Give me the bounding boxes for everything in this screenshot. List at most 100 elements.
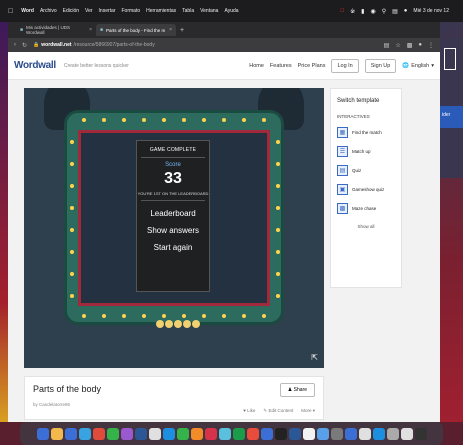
menu-item[interactable]: Ventana: [200, 8, 218, 14]
nav-home[interactable]: Home: [249, 63, 264, 69]
board-light-bulb: [276, 250, 280, 254]
dock-app-icon[interactable]: [288, 427, 301, 440]
dock-app-icon[interactable]: [358, 427, 371, 440]
template-match-up[interactable]: ☰ Match up: [337, 146, 395, 157]
chevron-down-icon: ▾: [312, 408, 315, 413]
search-icon[interactable]: ⚲: [382, 8, 386, 15]
dock-app-icon[interactable]: [218, 427, 231, 440]
like-button[interactable]: ♥ Like: [243, 408, 255, 414]
browser-window: ■ Mis actividades | UDS Wordwall × ■ Par…: [8, 22, 440, 422]
bookmark-star-icon[interactable]: ☆: [395, 42, 400, 49]
dock-app-icon[interactable]: [120, 427, 133, 440]
login-button[interactable]: Log In: [331, 58, 359, 73]
show-all-link[interactable]: Show all: [337, 224, 395, 229]
dock-app-icon[interactable]: [36, 427, 49, 440]
nav-features[interactable]: Features: [270, 63, 292, 69]
board-light-bulb: [182, 314, 186, 318]
nav-price-plans[interactable]: Price Plans: [298, 63, 326, 69]
menu-item[interactable]: Tabla: [182, 8, 194, 14]
dock-app-icon[interactable]: [400, 427, 413, 440]
share-button[interactable]: ♟ Share: [279, 383, 315, 397]
menu-item[interactable]: Archivo: [40, 8, 57, 14]
template-gameshow-quiz[interactable]: ▣ Gameshow quiz: [337, 184, 395, 195]
clock[interactable]: Mié 3 de nov 12: [413, 8, 449, 14]
profile-icon[interactable]: ●: [418, 42, 422, 49]
menu-item[interactable]: Ver: [85, 8, 93, 14]
tagline: Create better lessons quicker: [63, 62, 129, 69]
bluetooth-icon[interactable]: ※: [350, 8, 355, 15]
game-canvas[interactable]: GAME COMPLETE Score 33 YOU'RE 1ST ON THE…: [24, 88, 324, 368]
edit-label: Edit Content: [268, 408, 294, 413]
dock-app-icon[interactable]: [302, 427, 315, 440]
dock-app-icon[interactable]: [414, 427, 427, 440]
dock-app-icon[interactable]: [106, 427, 119, 440]
dock-app-icon[interactable]: [372, 427, 385, 440]
close-icon[interactable]: ×: [89, 27, 92, 33]
menu-item[interactable]: Insertar: [99, 8, 116, 14]
menu-item[interactable]: Herramientas: [146, 8, 176, 14]
dock-app-icon[interactable]: [190, 427, 203, 440]
more-button[interactable]: More ▾: [301, 408, 315, 414]
dock-app-icon[interactable]: [64, 427, 77, 440]
dock-app-icon[interactable]: [204, 427, 217, 440]
wordwall-favicon-icon: ■: [100, 27, 104, 33]
dock-app-icon[interactable]: [134, 427, 147, 440]
translate-icon[interactable]: ▤: [384, 42, 390, 49]
background-window-button[interactable]: ider: [440, 106, 463, 128]
dock-app-icon[interactable]: [162, 427, 175, 440]
back-icon[interactable]: ‹: [14, 42, 16, 48]
dock-app-icon[interactable]: [246, 427, 259, 440]
dock-app-icon[interactable]: [330, 427, 343, 440]
wifi-icon[interactable]: ◉: [370, 8, 375, 15]
language-selector[interactable]: 🌐 English ▾: [402, 63, 434, 69]
browser-tab[interactable]: ■ Mis actividades | UDS Wordwall ×: [16, 24, 96, 36]
board-light-bulb: [70, 228, 74, 232]
wordwall-header: Wordwall Create better lessons quicker H…: [8, 52, 440, 80]
dock-app-icon[interactable]: [316, 427, 329, 440]
pencil-icon: ✎: [263, 408, 268, 413]
show-answers-button[interactable]: Show answers: [137, 226, 209, 235]
dock-app-icon[interactable]: [232, 427, 245, 440]
dock-app-icon[interactable]: [148, 427, 161, 440]
dock-app-icon[interactable]: [176, 427, 189, 440]
menu-dots-icon[interactable]: ⋮: [428, 42, 434, 49]
dock-app-icon[interactable]: [344, 427, 357, 440]
browser-tab-active[interactable]: ■ Parts of the body - Find the m ×: [96, 24, 176, 36]
template-find-the-match[interactable]: ▦ Find the match: [337, 127, 395, 138]
template-maze-chase[interactable]: ▩ Maze chase: [337, 203, 395, 214]
dock-app-icon[interactable]: [260, 427, 273, 440]
menu-item[interactable]: Edición: [63, 8, 79, 14]
leaderboard-button[interactable]: Leaderboard: [137, 209, 209, 218]
apple-icon[interactable]: : [8, 8, 13, 15]
gameshow-icon: ▣: [337, 184, 348, 195]
start-again-button[interactable]: Start again: [137, 243, 209, 252]
like-label: Like: [247, 408, 256, 413]
dock-app-icon[interactable]: [386, 427, 399, 440]
template-label: Find the match: [352, 130, 382, 135]
menu-app-name[interactable]: Word: [21, 8, 34, 14]
siri-icon[interactable]: ●: [404, 8, 408, 14]
battery-icon[interactable]: ▮: [361, 8, 364, 15]
board-light-bulb: [122, 118, 126, 122]
reload-icon[interactable]: ↻: [22, 42, 27, 49]
template-quiz[interactable]: ▤ Quiz: [337, 165, 395, 176]
dock-app-icon[interactable]: [274, 427, 287, 440]
dock-app-icon[interactable]: [92, 427, 105, 440]
control-center-icon[interactable]: ▤: [392, 8, 398, 15]
author-link[interactable]: Candelatorre85: [39, 402, 70, 407]
wordwall-logo[interactable]: Wordwall: [14, 60, 56, 71]
board-bottom-lights: [156, 320, 200, 336]
lock-icon: 🔒: [33, 42, 40, 48]
close-icon[interactable]: ×: [169, 27, 172, 33]
extensions-icon[interactable]: ▩: [407, 42, 413, 49]
menu-item[interactable]: Formato: [122, 8, 141, 14]
url-field[interactable]: 🔒 wordwall.net/resource/5866907/parts-of…: [33, 42, 378, 48]
signup-button[interactable]: Sign Up: [364, 58, 397, 73]
dock-app-icon[interactable]: [78, 427, 91, 440]
dock-app-icon[interactable]: [50, 427, 63, 440]
fullscreen-icon[interactable]: ⇱: [311, 353, 318, 362]
menu-item[interactable]: Ayuda: [224, 8, 238, 14]
recording-icon[interactable]: □: [340, 8, 344, 14]
edit-content-button[interactable]: ✎ Edit Content: [263, 408, 293, 414]
new-tab-button[interactable]: +: [180, 27, 184, 34]
